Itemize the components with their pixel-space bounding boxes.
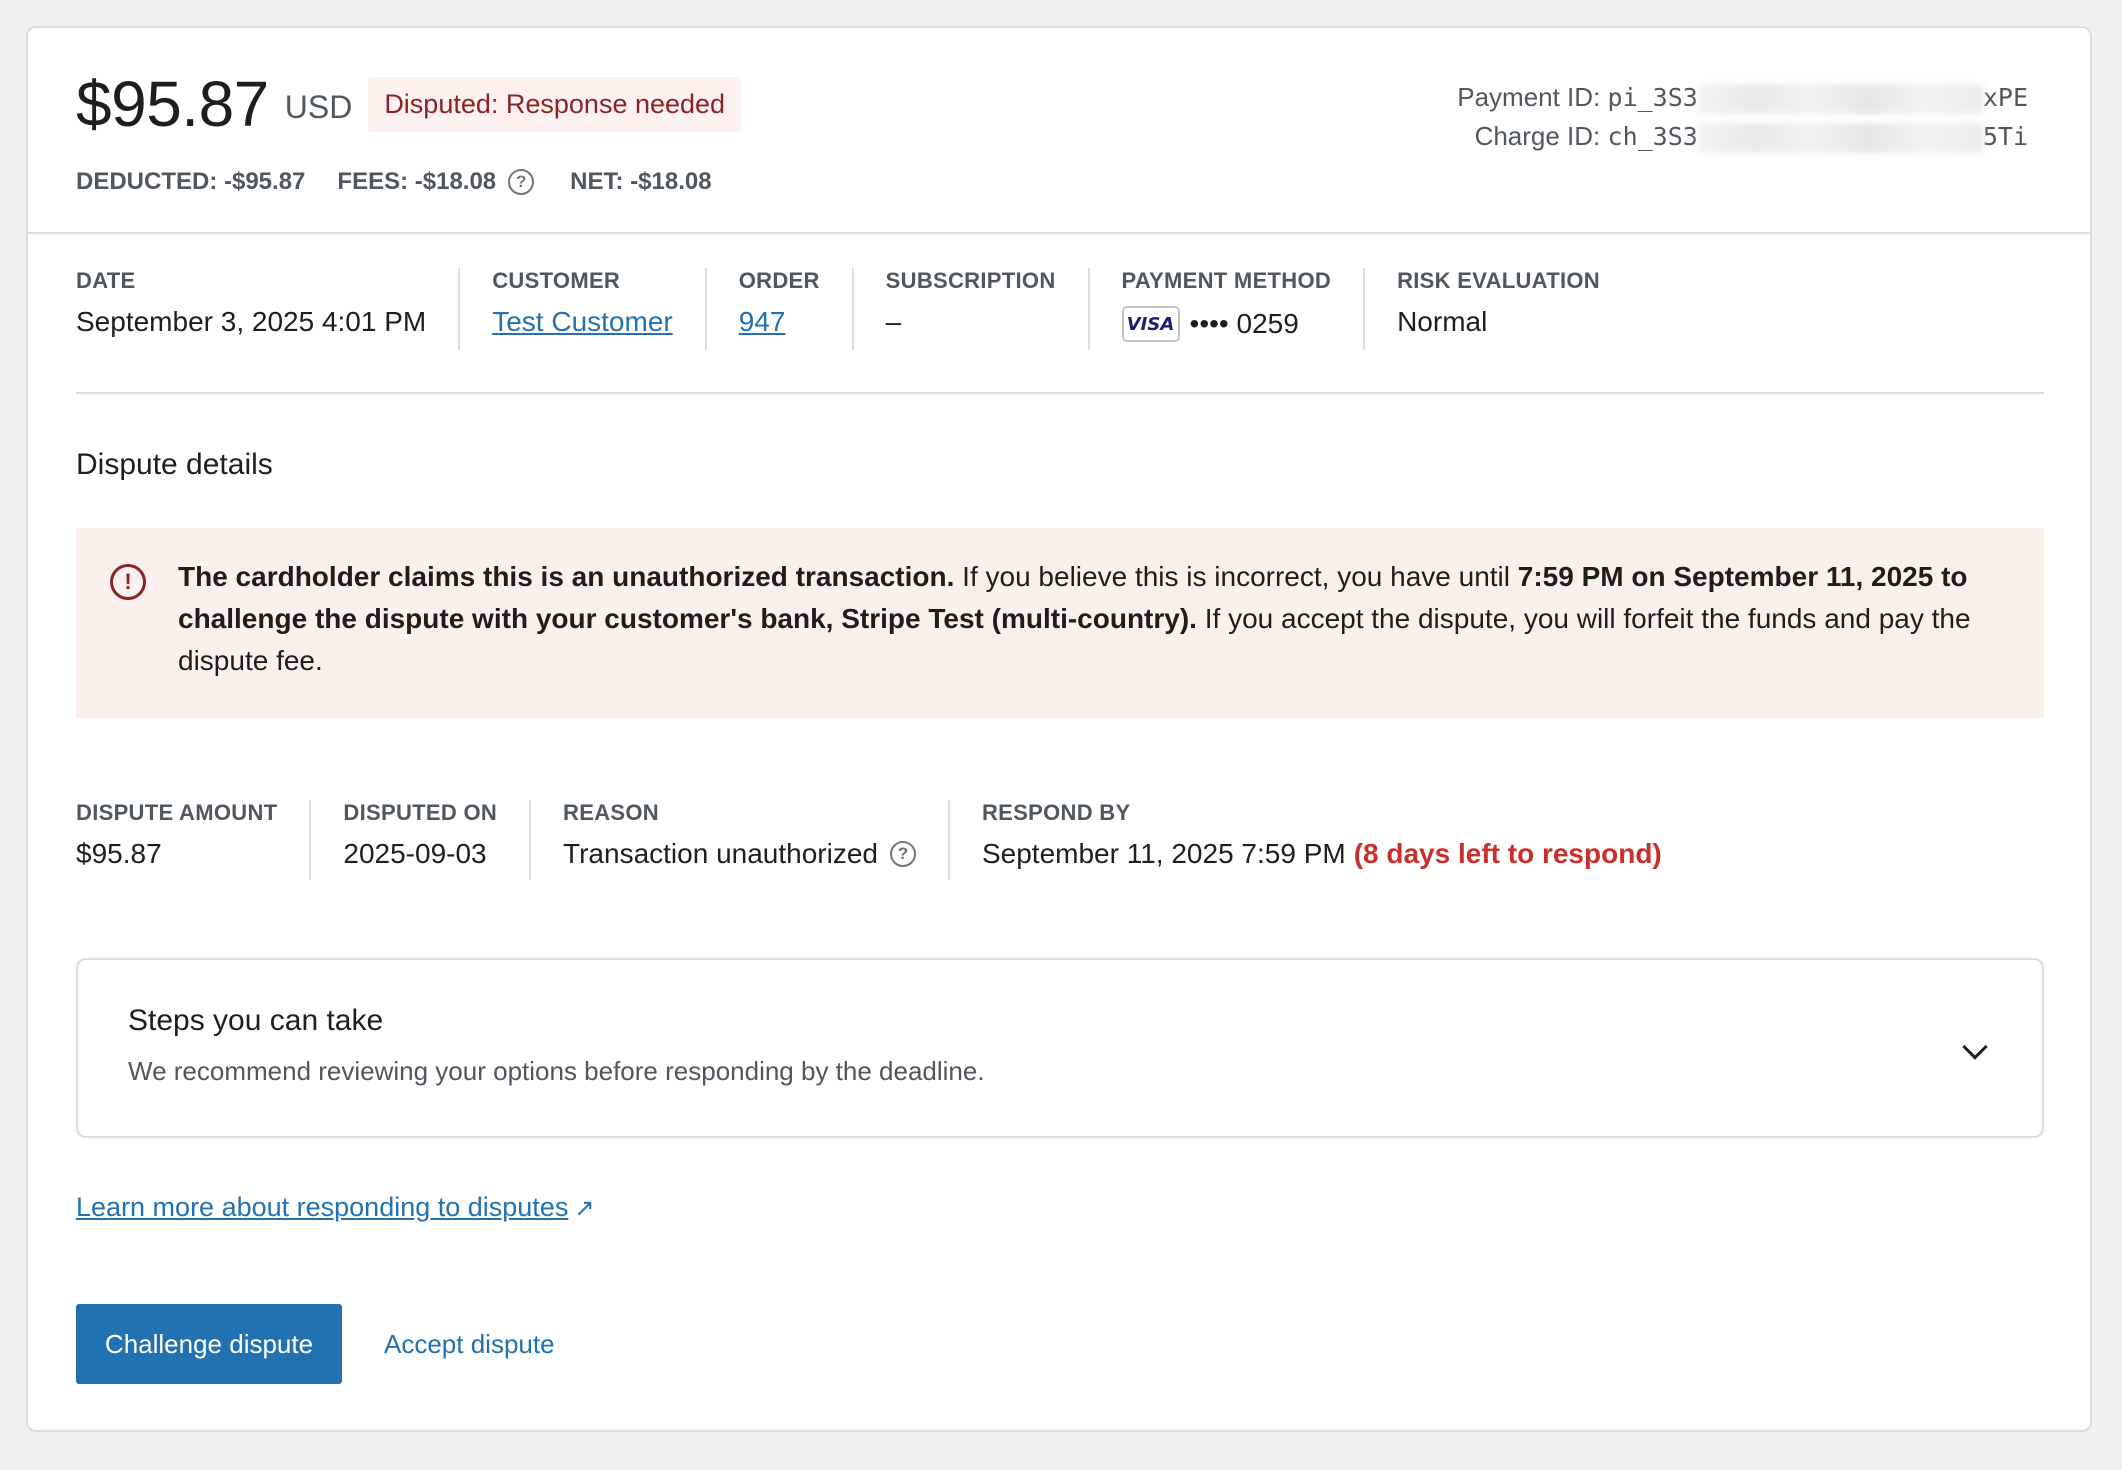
subscription-label: Subscription	[885, 268, 1056, 293]
reason-help-icon[interactable]: ?	[889, 841, 916, 867]
summary-customer: Customer Test Customer	[492, 268, 707, 350]
date-value: September 3, 2025 4:01 PM	[76, 306, 427, 337]
disputed-on-label: Disputed on	[343, 800, 498, 825]
charge-id-label: Charge ID:	[1474, 121, 1601, 151]
amount-row: $95.87 USD Disputed: Response needed	[76, 68, 742, 140]
steps-accordion[interactable]: Steps you can take We recommend reviewin…	[76, 958, 2044, 1138]
dispute-reason: Reason Transaction unauthorized ?	[563, 800, 950, 880]
payment-header: $95.87 USD Disputed: Response needed DED…	[28, 28, 2090, 234]
external-link-icon: ↗	[574, 1195, 595, 1222]
fees-total: FEES: -$18.08	[337, 168, 497, 195]
charge-id-suffix: 5Ti	[1982, 122, 2028, 151]
visa-card-icon: VISA	[1121, 306, 1180, 342]
steps-subtitle: We recommend reviewing your options befo…	[128, 1056, 985, 1086]
dispute-amount-value: $95.87	[76, 838, 162, 869]
payment-ids: Payment ID: pi_3S3 xPE Charge ID: ch_3S3 5…	[1457, 78, 2028, 156]
dispute-amount-label: Dispute amount	[76, 800, 278, 825]
disputed-on: Disputed on 2025-09-03	[343, 800, 532, 880]
dispute-amount: Dispute amount $95.87	[76, 800, 312, 880]
net-total: NET: -$18.08	[570, 168, 712, 195]
payment-totals: DEDUCTED: -$95.87 FEES: -$18.08 ? NET: -…	[76, 168, 744, 196]
summary-payment-method: Payment method VISA •••• 0259	[1121, 268, 1366, 350]
fees-help-icon[interactable]: ?	[508, 169, 535, 195]
deducted-total: DEDUCTED: -$95.87	[76, 168, 306, 195]
accept-dispute-button[interactable]: Accept dispute	[384, 1329, 555, 1360]
charge-id-prefix: ch_3S3	[1607, 122, 1698, 151]
summary-order: Order 947	[739, 268, 854, 350]
date-label: Date	[76, 268, 136, 293]
payment-summary: Date September 3, 2025 4:01 PM Customer …	[76, 268, 2044, 394]
customer-link[interactable]: Test Customer	[492, 306, 673, 338]
reason-label: Reason	[563, 800, 659, 825]
customer-label: Customer	[492, 268, 621, 293]
risk-label: Risk evaluation	[1397, 268, 1600, 293]
disputed-on-value: 2025-09-03	[343, 838, 487, 869]
dispute-summary: Dispute amount $95.87 Disputed on 2025-0…	[76, 800, 1726, 880]
dispute-notice: ! The cardholder claims this is an unaut…	[76, 528, 2044, 718]
payment-currency: USD	[284, 88, 353, 125]
notice-text-1: If you believe this is incorrect, you ha…	[954, 561, 1518, 592]
days-left-warning: (8 days left to respond)	[1353, 838, 1662, 869]
payment-method-label: Payment method	[1121, 268, 1332, 293]
payment-amount: $95.87	[76, 68, 269, 140]
respond-by: Respond by September 11, 2025 7:59 PM (8…	[982, 800, 1694, 880]
error-icon: !	[110, 564, 146, 600]
notice-claim: The cardholder claims this is an unautho…	[178, 561, 955, 592]
charge-id-row: Charge ID: ch_3S3 5Ti	[1457, 117, 2028, 156]
payment-id-redacted	[1697, 84, 1983, 115]
steps-title: Steps you can take	[128, 1004, 384, 1037]
payment-id-suffix: xPE	[1982, 83, 2028, 112]
payment-id-label: Payment ID:	[1457, 82, 1601, 112]
learn-more-link[interactable]: Learn more about responding to disputes ↗	[76, 1192, 594, 1223]
payment-id-row: Payment ID: pi_3S3 xPE	[1457, 78, 2028, 117]
payment-id-prefix: pi_3S3	[1607, 83, 1698, 112]
learn-more-label: Learn more about responding to disputes	[76, 1192, 569, 1222]
summary-date: Date September 3, 2025 4:01 PM	[76, 268, 461, 350]
charge-id-redacted	[1697, 123, 1983, 154]
order-label: Order	[738, 268, 820, 293]
respond-by-label: Respond by	[981, 800, 1131, 825]
subscription-value: –	[885, 306, 902, 337]
order-link[interactable]: 947	[739, 306, 786, 338]
summary-risk: Risk evaluation Normal	[1397, 268, 1632, 350]
summary-subscription: Subscription –	[886, 268, 1090, 350]
transaction-card: $95.87 USD Disputed: Response needed DED…	[26, 26, 2092, 1432]
status-badge: Disputed: Response needed	[368, 76, 742, 132]
challenge-dispute-button[interactable]: Challenge dispute	[76, 1304, 342, 1384]
card-last4: •••• 0259	[1189, 308, 1299, 339]
reason-value: Transaction unauthorized	[563, 838, 878, 869]
dispute-section-title: Dispute details	[76, 448, 273, 481]
dispute-actions: Challenge dispute Accept dispute	[76, 1304, 555, 1384]
risk-value: Normal	[1397, 306, 1488, 337]
respond-by-value: September 11, 2025 7:59 PM	[981, 838, 1346, 869]
